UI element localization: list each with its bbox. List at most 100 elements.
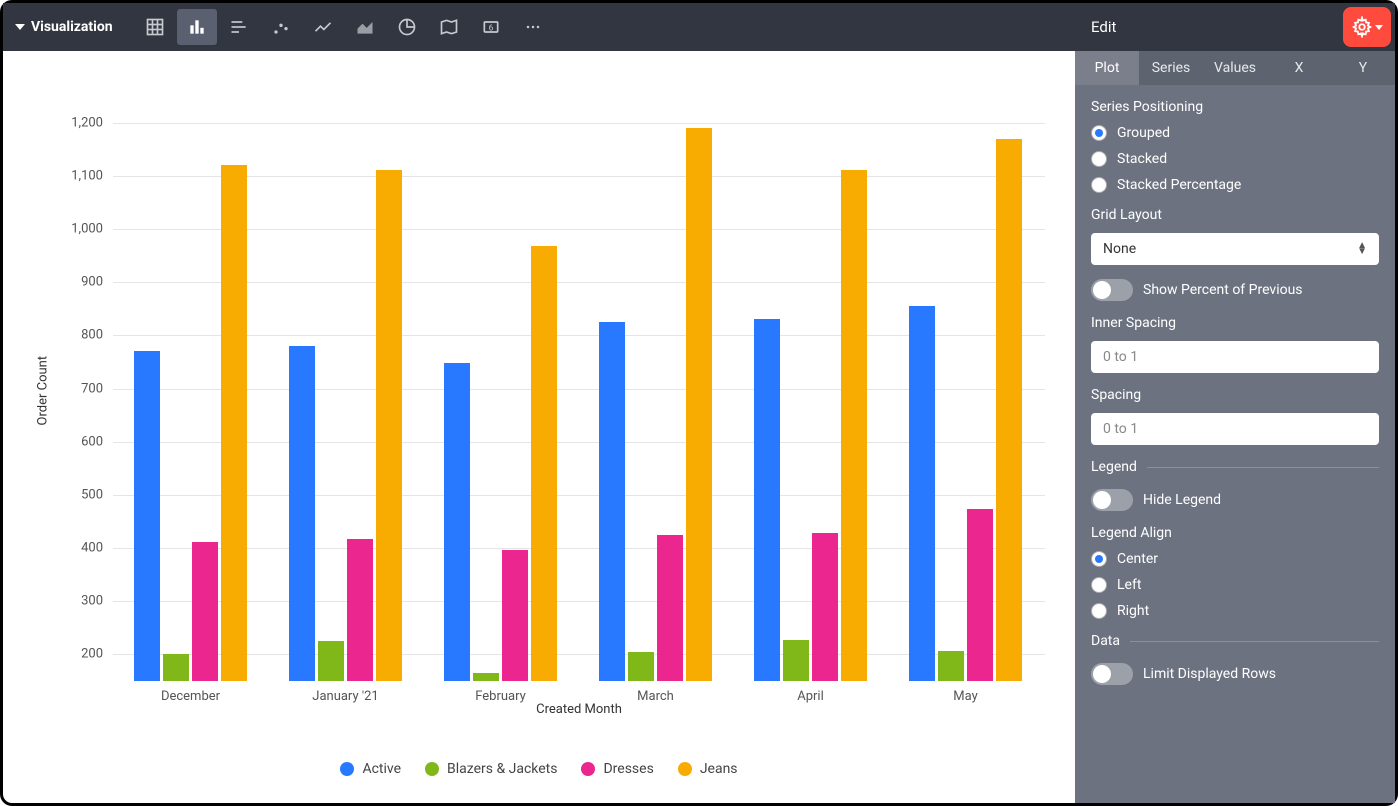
tab-values[interactable]: Values — [1203, 51, 1267, 85]
legend-item[interactable]: Blazers & Jackets — [425, 761, 557, 777]
gridline — [113, 335, 1045, 336]
bar[interactable] — [754, 319, 780, 681]
bar[interactable] — [134, 351, 160, 681]
bar[interactable] — [996, 139, 1022, 681]
y-axis-label: Order Count — [35, 356, 50, 426]
bar[interactable] — [841, 170, 867, 681]
gridline — [113, 601, 1045, 602]
legend-item[interactable]: Dresses — [581, 761, 653, 777]
inner-spacing-input[interactable]: 0 to 1 — [1091, 341, 1379, 373]
bar[interactable] — [783, 640, 809, 681]
edit-sidebar: Edit PlotSeriesValuesXY Series Positioni… — [1075, 3, 1395, 803]
bar[interactable] — [473, 673, 499, 681]
grid-layout-label: Grid Layout — [1091, 207, 1379, 223]
plot: 2003004005006007008009001,0001,1001,200D… — [113, 96, 1045, 681]
single-value-icon[interactable]: 6 — [471, 9, 511, 45]
bar[interactable] — [221, 165, 247, 681]
chart-area: Order Count 2003004005006007008009001,00… — [3, 51, 1075, 803]
y-tick: 1,000 — [71, 221, 113, 236]
hide-legend-toggle[interactable] — [1091, 489, 1133, 511]
x-tick: January '21 — [312, 681, 378, 704]
toolbar: Visualization 6 — [3, 3, 1075, 51]
tab-plot[interactable]: Plot — [1075, 51, 1139, 85]
bar[interactable] — [628, 652, 654, 681]
x-tick: February — [475, 681, 526, 704]
gridline — [113, 229, 1045, 230]
pie-chart-icon[interactable] — [387, 9, 427, 45]
tab-series[interactable]: Series — [1139, 51, 1203, 85]
tab-y[interactable]: Y — [1331, 51, 1395, 85]
bar[interactable] — [192, 542, 218, 681]
bar[interactable] — [289, 346, 315, 681]
line-chart-icon[interactable] — [303, 9, 343, 45]
gridline — [113, 123, 1045, 124]
bar-chart-icon[interactable] — [177, 9, 217, 45]
spacing-label: Spacing — [1091, 387, 1379, 403]
series-positioning-grouped[interactable]: Grouped — [1091, 125, 1379, 141]
area-chart-icon[interactable] — [345, 9, 385, 45]
y-tick: 1,200 — [71, 115, 113, 130]
horizontal-bar-icon[interactable] — [219, 9, 259, 45]
legend-align-left[interactable]: Left — [1091, 577, 1379, 593]
tabs: PlotSeriesValuesXY — [1075, 51, 1395, 85]
gridline — [113, 548, 1045, 549]
y-tick: 300 — [81, 594, 113, 609]
legend-align-center[interactable]: Center — [1091, 551, 1379, 567]
bar[interactable] — [967, 509, 993, 681]
gridline — [113, 495, 1045, 496]
map-icon[interactable] — [429, 9, 469, 45]
select-arrows-icon: ▲▼ — [1357, 243, 1367, 255]
legend-section-label: Legend — [1091, 459, 1137, 475]
tab-x[interactable]: X — [1267, 51, 1331, 85]
bar[interactable] — [531, 246, 557, 681]
y-tick: 900 — [81, 275, 113, 290]
limit-rows-toggle[interactable] — [1091, 663, 1133, 685]
bar[interactable] — [376, 170, 402, 681]
legend-item[interactable]: Jeans — [678, 761, 738, 777]
gridline — [113, 282, 1045, 283]
toolbar-title: Visualization — [31, 19, 113, 35]
hide-legend-label: Hide Legend — [1143, 492, 1221, 508]
data-section-label: Data — [1091, 633, 1120, 649]
bar[interactable] — [444, 363, 470, 681]
spacing-input[interactable]: 0 to 1 — [1091, 413, 1379, 445]
divider — [1130, 641, 1379, 642]
x-tick: December — [161, 681, 220, 704]
x-tick: April — [797, 681, 824, 704]
bar[interactable] — [347, 539, 373, 681]
x-axis-label: Created Month — [113, 702, 1045, 717]
caret-down-icon — [15, 24, 25, 30]
table-icon[interactable] — [135, 9, 175, 45]
more-icon[interactable] — [513, 9, 553, 45]
settings-gear-button[interactable] — [1343, 7, 1391, 47]
scatter-icon[interactable] — [261, 9, 301, 45]
bar[interactable] — [502, 550, 528, 681]
svg-text:6: 6 — [488, 23, 493, 33]
bar[interactable] — [318, 641, 344, 681]
legend: Active Blazers & Jackets Dresses Jeans — [13, 741, 1065, 787]
gridline — [113, 176, 1045, 177]
show-percent-toggle[interactable] — [1091, 279, 1133, 301]
bar[interactable] — [163, 654, 189, 681]
bar[interactable] — [599, 322, 625, 681]
y-tick: 500 — [81, 487, 113, 502]
visualization-toggle[interactable]: Visualization — [15, 19, 133, 35]
legend-item[interactable]: Active — [340, 761, 401, 777]
y-tick: 600 — [81, 434, 113, 449]
legend-align-right[interactable]: Right — [1091, 603, 1379, 619]
legend-align-label: Legend Align — [1091, 525, 1379, 541]
gridline — [113, 389, 1045, 390]
gridline — [113, 654, 1045, 655]
grid-layout-select[interactable]: None ▲▼ — [1091, 233, 1379, 265]
y-tick: 800 — [81, 328, 113, 343]
series-positioning-stacked[interactable]: Stacked — [1091, 151, 1379, 167]
x-tick: May — [953, 681, 977, 704]
show-percent-label: Show Percent of Previous — [1143, 282, 1303, 298]
bar[interactable] — [686, 128, 712, 681]
bar[interactable] — [657, 535, 683, 681]
bar[interactable] — [938, 651, 964, 681]
series-positioning-stacked-percentage[interactable]: Stacked Percentage — [1091, 177, 1379, 193]
bar[interactable] — [909, 306, 935, 681]
x-tick: March — [637, 681, 674, 704]
bar[interactable] — [812, 533, 838, 681]
